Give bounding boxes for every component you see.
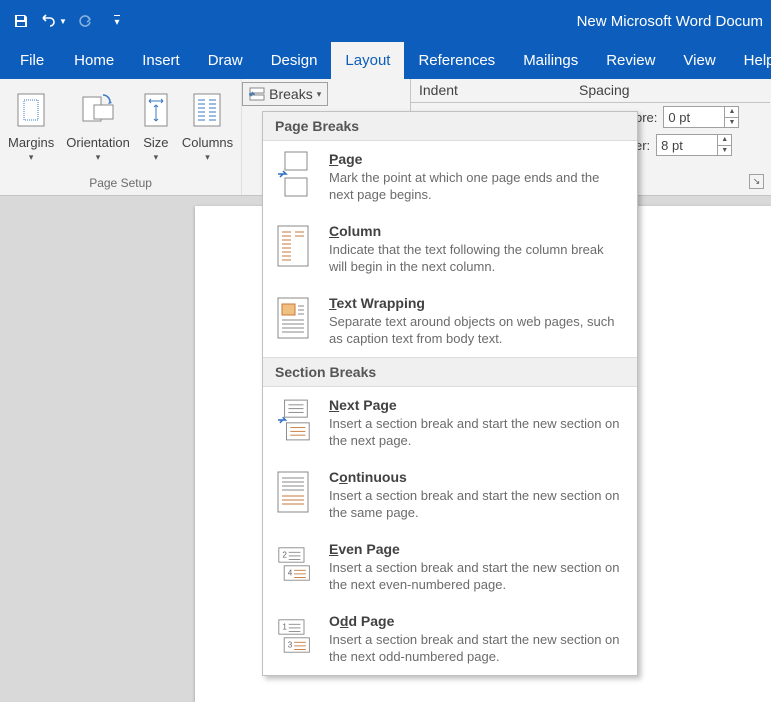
save-icon [13, 13, 29, 29]
break-continuous-item[interactable]: Continuous Insert a section break and st… [263, 459, 637, 531]
dialog-launcher-button[interactable]: ↘ [749, 174, 764, 189]
break-odd-page-desc: Insert a section break and start the new… [329, 629, 625, 665]
break-column-desc: Indicate that the text following the col… [329, 239, 625, 275]
svg-text:2: 2 [282, 551, 287, 560]
tab-home[interactable]: Home [60, 42, 128, 79]
spacing-before-input[interactable]: 0 pt ▲▼ [663, 106, 739, 128]
column-break-icon [277, 225, 309, 267]
break-page-desc: Mark the point at which one page ends an… [329, 167, 625, 203]
svg-text:1: 1 [282, 623, 287, 632]
break-odd-page-title: Odd Page [329, 613, 625, 629]
break-page-title: Page [329, 151, 625, 167]
columns-icon [192, 93, 222, 127]
break-next-page-item[interactable]: Next Page Insert a section break and sta… [263, 387, 637, 459]
break-page-item[interactable]: Page Mark the point at which one page en… [263, 141, 637, 213]
size-button[interactable]: Size ▾ [138, 83, 174, 173]
orientation-icon [81, 93, 115, 127]
break-even-page-title: Even Page [329, 541, 625, 557]
break-text-wrapping-title: Text Wrapping [329, 295, 625, 311]
quick-access-toolbar: ▼ ▾ [6, 6, 132, 36]
page-breaks-header: Page Breaks [263, 112, 637, 141]
undo-button[interactable]: ▼ [38, 6, 68, 36]
spinner-down-icon[interactable]: ▼ [725, 118, 738, 128]
margins-button[interactable]: Margins ▾ [4, 83, 58, 173]
chevron-down-icon: ▾ [317, 89, 322, 100]
spacing-after-input[interactable]: 8 pt ▲▼ [656, 134, 732, 156]
break-column-item[interactable]: Column Indicate that the text following … [263, 213, 637, 285]
spacing-header: Spacing [571, 79, 638, 102]
break-text-wrapping-item[interactable]: Text Wrapping Separate text around objec… [263, 285, 637, 357]
chevron-down-icon: ▾ [96, 152, 101, 163]
break-column-title: Column [329, 223, 625, 239]
svg-text:4: 4 [288, 569, 293, 578]
breaks-icon [249, 87, 265, 101]
save-button[interactable] [6, 6, 36, 36]
break-even-page-item[interactable]: 24 Even Page Insert a section break and … [263, 531, 637, 603]
margins-icon [15, 93, 47, 127]
tab-help[interactable]: Help [730, 42, 771, 79]
break-odd-page-item[interactable]: 13 Odd Page Insert a section break and s… [263, 603, 637, 675]
continuous-icon [277, 471, 309, 513]
chevron-down-icon: ▾ [29, 152, 34, 163]
next-page-icon [277, 398, 313, 442]
odd-page-icon: 13 [277, 616, 313, 656]
spinner-down-icon[interactable]: ▼ [718, 146, 731, 156]
break-next-page-desc: Insert a section break and start the new… [329, 413, 625, 449]
columns-button[interactable]: Columns ▾ [178, 83, 237, 173]
break-continuous-desc: Insert a section break and start the new… [329, 485, 625, 521]
chevron-down-icon: ▼ [59, 17, 67, 26]
chevron-down-icon: ▾ [205, 152, 210, 163]
size-icon [142, 93, 170, 127]
ribbon-tabs: File Home Insert Draw Design Layout Refe… [0, 42, 771, 79]
indent-header: Indent [411, 79, 571, 102]
tab-design[interactable]: Design [257, 42, 332, 79]
page-break-icon [277, 151, 313, 197]
spinner-up-icon[interactable]: ▲ [725, 107, 738, 118]
group-label-page-setup: Page Setup [89, 173, 152, 195]
tab-insert[interactable]: Insert [128, 42, 194, 79]
undo-icon [39, 13, 57, 29]
break-text-wrapping-desc: Separate text around objects on web page… [329, 311, 625, 347]
group-page-setup: Margins ▾ Orientation ▾ Size ▾ Columns ▾… [0, 79, 242, 195]
redo-button[interactable] [70, 6, 100, 36]
tab-file[interactable]: File [10, 42, 60, 79]
spinner-up-icon[interactable]: ▲ [718, 135, 731, 146]
chevron-down-icon: ▾ [114, 15, 119, 28]
section-breaks-header: Section Breaks [263, 357, 637, 387]
svg-text:3: 3 [288, 641, 293, 650]
break-continuous-title: Continuous [329, 469, 625, 485]
breaks-dropdown: Page Breaks Page Mark the point at which… [262, 111, 638, 676]
title-bar: ▼ ▾ New Microsoft Word Docum [0, 0, 771, 42]
breaks-button[interactable]: Breaks ▾ [242, 82, 328, 106]
customize-qat-button[interactable]: ▾ [102, 6, 132, 36]
document-title: New Microsoft Word Docum [132, 13, 765, 30]
tab-mailings[interactable]: Mailings [509, 42, 592, 79]
tab-draw[interactable]: Draw [194, 42, 257, 79]
even-page-icon: 24 [277, 544, 313, 584]
break-next-page-title: Next Page [329, 397, 625, 413]
tab-layout[interactable]: Layout [331, 42, 404, 79]
tab-view[interactable]: View [669, 42, 729, 79]
orientation-button[interactable]: Orientation ▾ [62, 83, 134, 173]
tab-review[interactable]: Review [592, 42, 669, 79]
spacing-before-label: ore: [635, 110, 657, 125]
redo-icon [77, 13, 93, 29]
chevron-down-icon: ▾ [154, 152, 159, 163]
tab-references[interactable]: References [404, 42, 509, 79]
text-wrapping-icon [277, 297, 309, 339]
break-even-page-desc: Insert a section break and start the new… [329, 557, 625, 593]
